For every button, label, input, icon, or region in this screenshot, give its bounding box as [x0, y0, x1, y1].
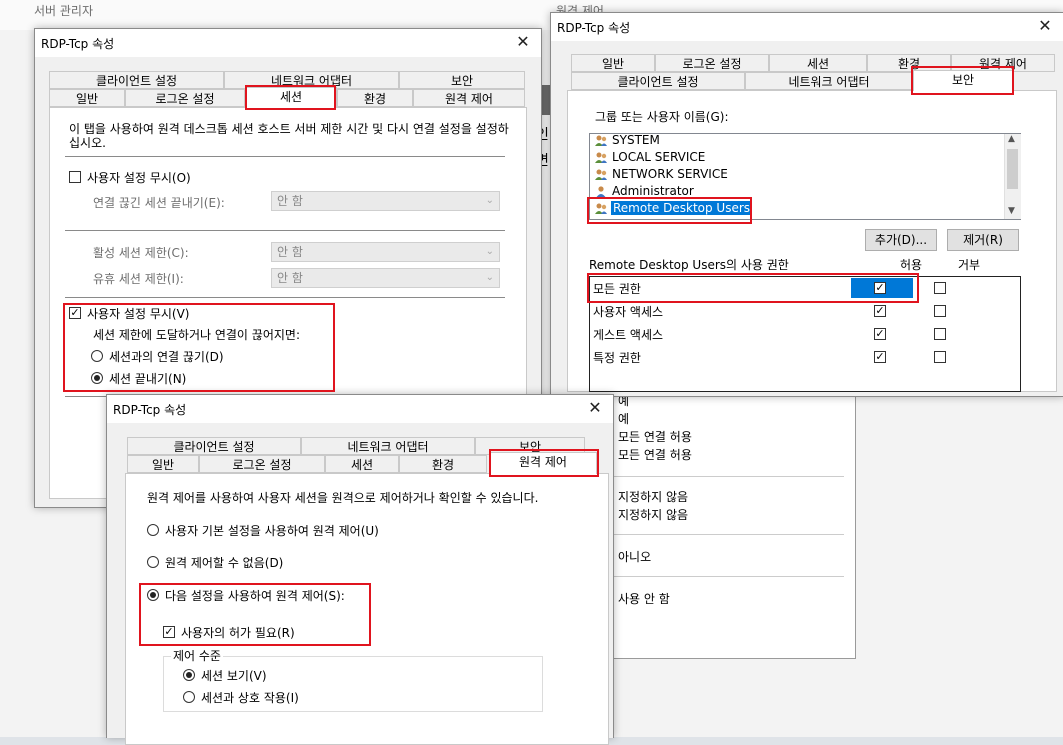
- highlight-override-section: [63, 303, 335, 392]
- tab-remote-control[interactable]: 원격 제어: [413, 89, 525, 107]
- tab-security[interactable]: 보안: [399, 71, 525, 89]
- bg-value-2: 모든 연결 허용: [618, 430, 692, 444]
- chevron-down-icon: ⌄: [485, 272, 494, 283]
- override-label-1: 사용자 설정 무시(O): [87, 171, 191, 185]
- disconnected-select[interactable]: 안 함 ⌄: [271, 191, 500, 211]
- scroll-thumb[interactable]: [1007, 149, 1018, 189]
- active-limit-select[interactable]: 안 함 ⌄: [271, 242, 500, 262]
- highlight-full-control-row: [587, 273, 919, 303]
- user-item-administrator[interactable]: Administrator: [612, 184, 694, 198]
- allow-checkbox-guest-access[interactable]: ✓: [874, 328, 886, 340]
- interact-session-label: 세션과 상호 작용(I): [201, 691, 299, 705]
- group-user-label: 그룹 또는 사용자 이름(G):: [595, 110, 729, 124]
- close-button[interactable]: ✕: [583, 397, 607, 419]
- highlight-remote-control-tab: [489, 449, 599, 477]
- tab-general[interactable]: 일반: [127, 455, 199, 473]
- bg-value-7: 사용 안 함: [618, 592, 670, 606]
- bg-divider: [600, 534, 844, 535]
- radio-default-label: 사용자 기본 설정을 사용하여 원격 제어(U): [165, 524, 379, 538]
- tab-client-settings[interactable]: 클라이언트 설정: [571, 72, 745, 90]
- disconnected-label: 연결 끊긴 세션 끝내기(E):: [93, 196, 225, 210]
- deny-checkbox-special[interactable]: [934, 351, 946, 363]
- tab-logon-settings[interactable]: 로그온 설정: [655, 54, 769, 72]
- idle-limit-label: 유휴 세션 제한(I):: [93, 272, 184, 286]
- session-description: 이 탭을 사용하여 원격 데스크톱 세션 호스트 서버 제한 시간 및 다시 연…: [69, 122, 509, 150]
- bg-value-4: 지정하지 않음: [618, 490, 689, 504]
- user-group-icon: [595, 169, 607, 180]
- radio-no-remote-control[interactable]: [147, 556, 159, 568]
- perm-special: 특정 권한: [593, 351, 641, 365]
- bg-divider: [600, 576, 844, 577]
- divider: [65, 230, 505, 231]
- user-group-icon: [595, 135, 607, 146]
- active-limit-value: 안 함: [277, 245, 303, 259]
- tab-network-adapter[interactable]: 네트워크 어댑터: [301, 437, 475, 455]
- bg-value-5: 지정하지 않음: [618, 508, 689, 522]
- highlight-security-tab: [911, 66, 1014, 95]
- bg-value-3: 모든 연결 허용: [618, 448, 692, 462]
- allow-header: 허용: [900, 258, 923, 272]
- radio-none-label: 원격 제어할 수 없음(D): [165, 556, 284, 570]
- close-button[interactable]: ✕: [1033, 15, 1057, 37]
- tab-logon-settings[interactable]: 로그온 설정: [125, 89, 245, 107]
- permissions-label: Remote Desktop Users의 사용 권한: [589, 258, 789, 272]
- bg-value-1: 예: [618, 412, 630, 426]
- override-checkbox-1[interactable]: [69, 171, 81, 183]
- perm-user-access: 사용자 액세스: [593, 305, 664, 319]
- tab-client-settings[interactable]: 클라이언트 설정: [127, 437, 301, 455]
- tab-environment[interactable]: 환경: [337, 89, 413, 107]
- allow-checkbox-special[interactable]: ✓: [874, 351, 886, 363]
- tab-session[interactable]: 세션: [325, 455, 399, 473]
- active-limit-label: 활성 세션 제한(C):: [93, 246, 189, 260]
- allow-checkbox-user-access[interactable]: ✓: [874, 305, 886, 317]
- tab-client-settings[interactable]: 클라이언트 설정: [49, 71, 224, 89]
- server-manager-title: 서버 관리자: [34, 4, 94, 18]
- deny-checkbox-guest-access[interactable]: [934, 328, 946, 340]
- add-button[interactable]: 추가(D)...: [865, 229, 937, 251]
- highlight-session-tab: [245, 85, 336, 110]
- user-item-network-service[interactable]: NETWORK SERVICE: [612, 167, 728, 181]
- radio-interact-session[interactable]: [183, 691, 195, 703]
- tab-logon-settings[interactable]: 로그온 설정: [199, 455, 325, 473]
- remove-button[interactable]: 제거(R): [947, 229, 1019, 251]
- deny-header: 거부: [958, 258, 981, 272]
- radio-default-settings[interactable]: [147, 524, 159, 536]
- remote-control-description: 원격 제어를 사용하여 사용자 세션을 원격으로 제어하거나 확인할 수 있습니…: [147, 491, 539, 505]
- chevron-down-icon: ⌄: [485, 246, 494, 257]
- window-title: RDP-Tcp 속성: [557, 21, 631, 35]
- scroll-up-icon[interactable]: ▲: [1008, 134, 1015, 144]
- tab-network-adapter[interactable]: 네트워크 어댑터: [745, 72, 913, 90]
- close-button[interactable]: ✕: [511, 31, 535, 53]
- tab-general[interactable]: 일반: [49, 89, 125, 107]
- perm-guest-access: 게스트 액세스: [593, 328, 664, 342]
- security-properties-window: RDP-Tcp 속성 ✕ 일반 로그온 설정 세션 환경 원격 제어 클라이언트…: [550, 12, 1063, 397]
- idle-limit-select[interactable]: 안 함 ⌄: [271, 268, 500, 288]
- user-item-local-service[interactable]: LOCAL SERVICE: [612, 150, 705, 164]
- divider: [65, 156, 505, 157]
- tab-general[interactable]: 일반: [571, 54, 655, 72]
- tab-environment[interactable]: 환경: [399, 455, 487, 473]
- bg-value-6: 아니오: [618, 550, 652, 564]
- control-level-label: 제어 수준: [171, 647, 223, 664]
- view-session-label: 세션 보기(V): [201, 669, 267, 683]
- deny-checkbox-user-access[interactable]: [934, 305, 946, 317]
- scroll-down-icon[interactable]: ▼: [1008, 206, 1015, 216]
- user-group-icon: [595, 152, 607, 163]
- highlight-remote-desktop-users: [587, 197, 752, 224]
- radio-view-session[interactable]: [183, 669, 195, 681]
- window-title: RDP-Tcp 속성: [113, 403, 187, 417]
- idle-limit-value: 안 함: [277, 271, 303, 285]
- tab-session[interactable]: 세션: [769, 54, 867, 72]
- bg-divider: [600, 476, 844, 477]
- deny-checkbox-full-control[interactable]: [934, 282, 946, 294]
- window-title: RDP-Tcp 속성: [41, 37, 115, 51]
- user-item-system[interactable]: SYSTEM: [612, 133, 660, 147]
- highlight-custom-settings: [139, 583, 371, 646]
- remote-control-properties-window: RDP-Tcp 속성 ✕ 클라이언트 설정 네트워크 어댑터 보안 일반 로그온…: [106, 394, 614, 745]
- disconnected-value: 안 함: [277, 194, 303, 208]
- chevron-down-icon: ⌄: [485, 195, 494, 206]
- divider: [65, 297, 505, 298]
